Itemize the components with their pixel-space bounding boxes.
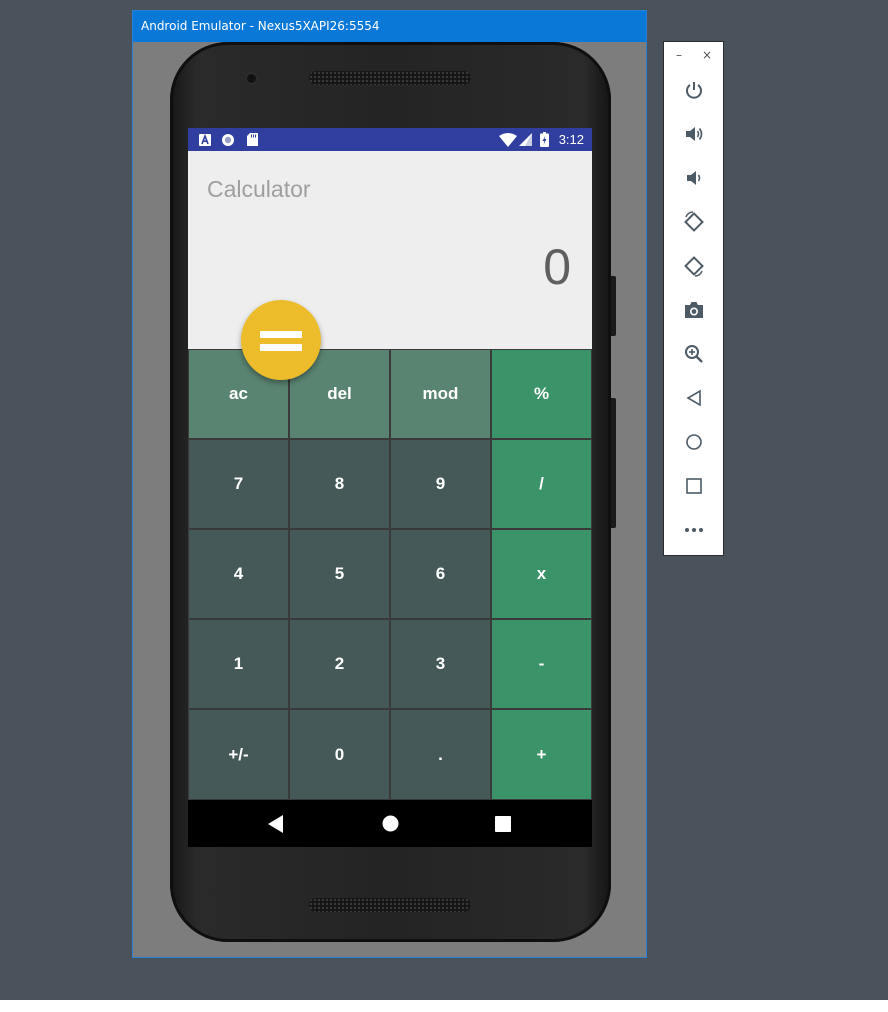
key-1[interactable]: 1 — [189, 620, 288, 708]
close-button[interactable]: × — [702, 48, 712, 62]
key-decimal[interactable]: . — [391, 710, 490, 799]
more-icon[interactable] — [678, 514, 710, 546]
phone-screen: 3:12 Calculator 0 ac del mod % 7 8 9 / 4… — [188, 128, 592, 847]
circle-notification-icon — [221, 128, 235, 151]
app-title: Calculator — [207, 176, 311, 202]
key-9[interactable]: 9 — [391, 440, 490, 528]
key-plus-minus[interactable]: +/- — [189, 710, 288, 799]
rotate-right-icon[interactable] — [678, 250, 710, 282]
key-multiply[interactable]: x — [492, 530, 591, 618]
key-4[interactable]: 4 — [189, 530, 288, 618]
window-title[interactable]: Android Emulator - Nexus5XAPI26:5554 — [133, 11, 646, 42]
key-minus[interactable]: - — [492, 620, 591, 708]
nav-back-icon[interactable] — [246, 800, 306, 847]
key-7[interactable]: 7 — [189, 440, 288, 528]
battery-charging-icon — [538, 128, 550, 151]
volume-down-icon[interactable] — [678, 162, 710, 194]
camera-icon[interactable] — [678, 294, 710, 326]
power-icon[interactable] — [678, 74, 710, 106]
sd-card-icon — [246, 128, 258, 151]
power-side-button[interactable] — [611, 276, 616, 336]
navigation-bar — [188, 800, 592, 847]
key-3[interactable]: 3 — [391, 620, 490, 708]
minimize-button[interactable]: – — [676, 48, 682, 62]
emulator-toolbar: – × — [663, 41, 724, 556]
home-icon[interactable] — [678, 426, 710, 458]
key-percent[interactable]: % — [492, 350, 591, 438]
key-2[interactable]: 2 — [290, 620, 389, 708]
key-8[interactable]: 8 — [290, 440, 389, 528]
key-mod[interactable]: mod — [391, 350, 490, 438]
zoom-icon[interactable] — [678, 338, 710, 370]
key-plus[interactable]: + — [492, 710, 591, 799]
volume-up-icon[interactable] — [678, 118, 710, 150]
equals-button[interactable] — [241, 300, 321, 380]
key-divide[interactable]: / — [492, 440, 591, 528]
keypad: ac del mod % 7 8 9 / 4 5 6 x 1 2 3 - +/-… — [188, 349, 592, 800]
top-speaker-grille — [309, 71, 471, 85]
key-0[interactable]: 0 — [290, 710, 389, 799]
rotate-left-icon[interactable] — [678, 206, 710, 238]
bottom-speaker-grille — [309, 898, 471, 912]
back-icon[interactable] — [678, 382, 710, 414]
volume-side-button[interactable] — [611, 398, 616, 528]
result-display: 0 — [543, 239, 571, 295]
key-5[interactable]: 5 — [290, 530, 389, 618]
overview-icon[interactable] — [678, 470, 710, 502]
nav-recents-icon[interactable] — [473, 800, 533, 847]
front-camera — [245, 72, 258, 85]
status-bar: 3:12 — [188, 128, 592, 151]
status-time: 3:12 — [558, 132, 584, 147]
wifi-icon — [498, 128, 518, 151]
a-badge-icon — [199, 128, 211, 151]
nav-home-icon[interactable] — [360, 800, 420, 847]
key-6[interactable]: 6 — [391, 530, 490, 618]
cell-signal-icon — [517, 128, 533, 151]
